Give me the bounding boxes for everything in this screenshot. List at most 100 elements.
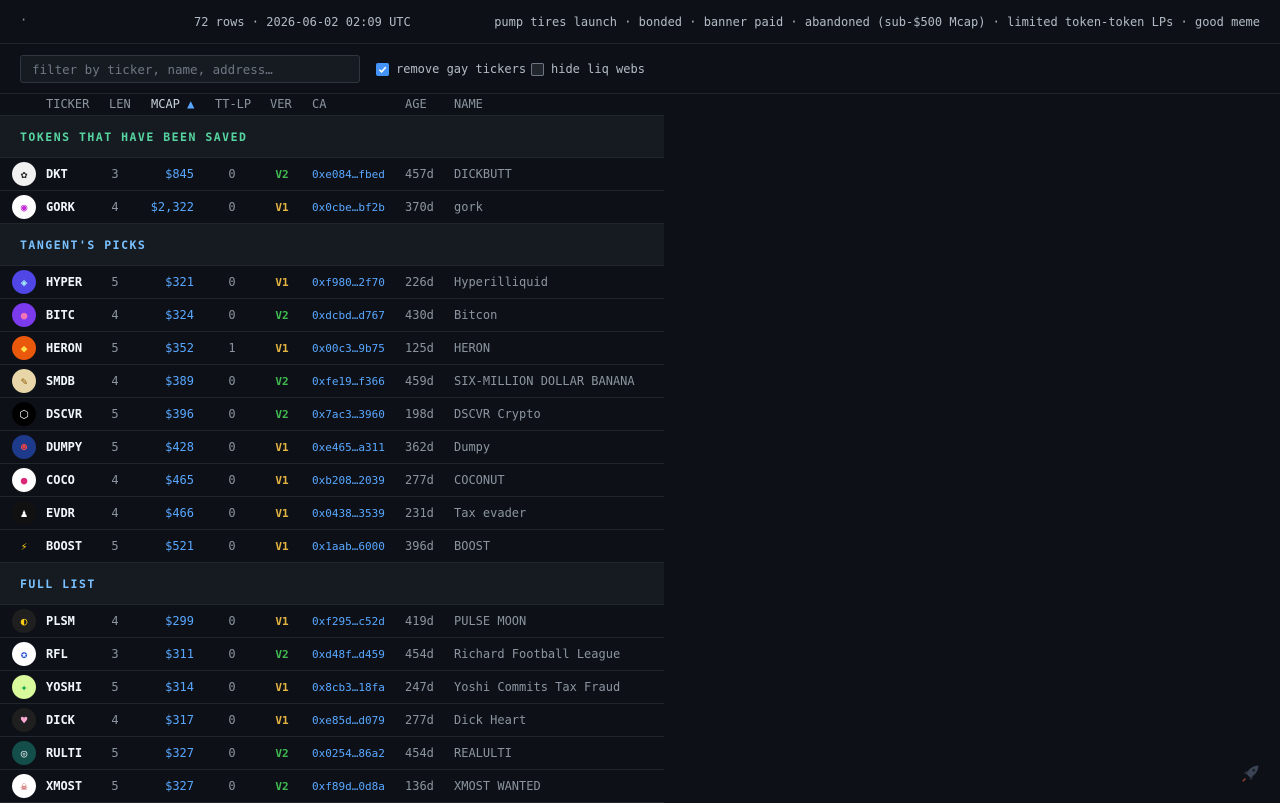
cell-age: 231d (405, 506, 434, 520)
cell-len: 5 (111, 539, 119, 553)
cell-name: HERON (454, 341, 491, 355)
cell-len: 4 (111, 200, 119, 214)
cell-contract-address[interactable]: 0xe084…fbed (312, 168, 385, 181)
cell-ticker: HYPER (46, 275, 83, 289)
table-row[interactable]: ✪ RFL 3 $311 0 V2 0xd48f…d459 454d Richard Footb… (0, 638, 664, 671)
rfl-logo-icon: ✪ (12, 642, 36, 666)
bitcon-logo-icon: ● (12, 303, 36, 327)
cell-len: 3 (111, 167, 119, 181)
cell-age: 430d (405, 308, 434, 322)
cell-ttlp: 0 (228, 440, 236, 454)
coconut-logo-icon: ● (12, 468, 36, 492)
cell-name: SIX-MILLION DOLLAR BANANA (454, 374, 635, 388)
cell-age: 277d (405, 473, 434, 487)
table-row[interactable]: ● COCO 4 $465 0 V1 0xb208…2039 277d COCONUT (0, 464, 664, 497)
checkbox-unchecked-icon[interactable] (531, 62, 544, 76)
cell-version: V1 (275, 615, 289, 628)
cell-contract-address[interactable]: 0x7ac3…3960 (312, 408, 385, 421)
cell-len: 4 (111, 713, 119, 727)
cell-contract-address[interactable]: 0xfe19…f366 (312, 375, 385, 388)
cell-ticker: DUMPY (46, 440, 83, 454)
cell-version: V2 (275, 375, 289, 388)
table-row[interactable]: ⚡ BOOST 5 $521 0 V1 0x1aab…6000 396d BOOST (0, 530, 664, 563)
cell-contract-address[interactable]: 0xe85d…d079 (312, 714, 385, 727)
table-row[interactable]: ◉ GORK 4 $2,322 0 V1 0x0cbe…bf2b 370d gork (0, 191, 664, 224)
cell-ttlp: 0 (228, 647, 236, 661)
column-header-age[interactable]: AGE (405, 97, 427, 111)
hide-liq-webs-checkbox[interactable]: hide liq webs (531, 62, 645, 76)
cell-contract-address[interactable]: 0xf980…2f70 (312, 276, 385, 289)
filter-input[interactable] (20, 55, 360, 83)
cell-version: V1 (275, 714, 289, 727)
cell-age: 454d (405, 746, 434, 760)
cell-mcap: $2,322 (150, 200, 194, 214)
cell-contract-address[interactable]: 0xdcbd…d767 (312, 309, 385, 322)
cell-contract-address[interactable]: 0x00c3…9b75 (312, 342, 385, 355)
cell-ttlp: 0 (228, 680, 236, 694)
table-row[interactable]: ✦ YOSHI 5 $314 0 V1 0x8cb3…18fa 247d Yoshi Commi… (0, 671, 664, 704)
remove-gay-tickers-checkbox[interactable]: remove gay tickers (376, 62, 526, 76)
column-header-len[interactable]: LEN (109, 97, 131, 111)
cell-mcap: $311 (165, 647, 194, 661)
cell-age: 125d (405, 341, 434, 355)
table-row[interactable]: ◐ PLSM 4 $299 0 V1 0xf295…c52d 419d PULSE MOON (0, 605, 664, 638)
hide-liq-webs-label: hide liq webs (551, 62, 645, 76)
cell-ttlp: 1 (228, 341, 236, 355)
table-row[interactable]: ◆ HERON 5 $352 1 V1 0x00c3…9b75 125d HERON (0, 332, 664, 365)
cell-name: COCONUT (454, 473, 505, 487)
column-header-ttlp[interactable]: TT-LP (215, 97, 251, 111)
cell-version: V1 (275, 507, 289, 520)
column-header-ticker[interactable]: TICKER (46, 97, 89, 111)
yoshi-logo-icon: ✦ (12, 675, 36, 699)
cell-contract-address[interactable]: 0x8cb3…18fa (312, 681, 385, 694)
cell-mcap: $845 (165, 167, 194, 181)
table-row[interactable]: ✎ SMDB 4 $389 0 V2 0xfe19…f366 459d SIX-MILLION … (0, 365, 664, 398)
sort-ascending-icon: ▲ (187, 97, 195, 111)
cell-mcap: $465 (165, 473, 194, 487)
cell-ticker: EVDR (46, 506, 75, 520)
cell-ttlp: 0 (228, 779, 236, 793)
rocket-icon[interactable] (1240, 762, 1262, 787)
cell-contract-address[interactable]: 0x0cbe…bf2b (312, 201, 385, 214)
cell-contract-address[interactable]: 0xb208…2039 (312, 474, 385, 487)
cell-mcap: $324 (165, 308, 194, 322)
cell-version: V1 (275, 201, 289, 214)
table-row[interactable]: ✿ DKT 3 $845 0 V2 0xe084…fbed 457d DICKBUTT (0, 158, 664, 191)
table-row[interactable]: ◈ HYPER 5 $321 0 V1 0xf980…2f70 226d Hyperilliqu… (0, 266, 664, 299)
checkbox-checked-icon[interactable] (376, 62, 389, 76)
column-header-name[interactable]: NAME (454, 97, 483, 111)
cell-contract-address[interactable]: 0x1aab…6000 (312, 540, 385, 553)
cell-name: Tax evader (454, 506, 527, 520)
cell-contract-address[interactable]: 0xf89d…0d8a (312, 780, 385, 793)
cell-name: Bitcon (454, 308, 498, 322)
cell-version: V2 (275, 747, 289, 760)
table-row[interactable]: ☻ DUMPY 5 $428 0 V1 0xe465…a311 362d Dumpy (0, 431, 664, 464)
cell-len: 5 (111, 275, 119, 289)
cell-mcap: $317 (165, 713, 194, 727)
cell-ttlp: 0 (228, 473, 236, 487)
cell-ticker: BOOST (46, 539, 83, 553)
table-row[interactable]: ♥ DICK 4 $317 0 V1 0xe85d…d079 277d Dick Heart (0, 704, 664, 737)
cell-contract-address[interactable]: 0x0254…86a2 (312, 747, 385, 760)
column-header-ver[interactable]: VER (270, 97, 292, 111)
cell-age: 198d (405, 407, 434, 421)
column-header-ca[interactable]: CA (312, 97, 326, 111)
token-table: TICKER LEN MCAP ▲ TT-LP VER CA AGE NAME … (0, 94, 664, 803)
cell-contract-address[interactable]: 0xf295…c52d (312, 615, 385, 628)
cell-contract-address[interactable]: 0xe465…a311 (312, 441, 385, 454)
cell-name: PULSE MOON (454, 614, 527, 628)
cell-version: V2 (275, 408, 289, 421)
cell-contract-address[interactable]: 0x0438…3539 (312, 507, 385, 520)
cell-version: V2 (275, 309, 289, 322)
cell-version: V1 (275, 441, 289, 454)
table-row[interactable]: ♟ EVDR 4 $466 0 V1 0x0438…3539 231d Tax evader (0, 497, 664, 530)
table-row[interactable]: ● BITC 4 $324 0 V2 0xdcbd…d767 430d Bitcon (0, 299, 664, 332)
table-row[interactable]: ☠ XMOST 5 $327 0 V2 0xf89d…0d8a 136d XMOST WANTE… (0, 770, 664, 803)
column-header-mcap[interactable]: MCAP ▲ (151, 97, 194, 111)
gork-logo-icon: ◉ (12, 195, 36, 219)
section-header: TANGENT'S PICKS (0, 224, 664, 266)
cell-contract-address[interactable]: 0xd48f…d459 (312, 648, 385, 661)
table-row[interactable]: ⬡ DSCVR 5 $396 0 V2 0x7ac3…3960 198d DSCVR Crypt… (0, 398, 664, 431)
xmost-logo-icon: ☠ (12, 774, 36, 798)
table-row[interactable]: ◎ RULTI 5 $327 0 V2 0x0254…86a2 454d REALULTI (0, 737, 664, 770)
